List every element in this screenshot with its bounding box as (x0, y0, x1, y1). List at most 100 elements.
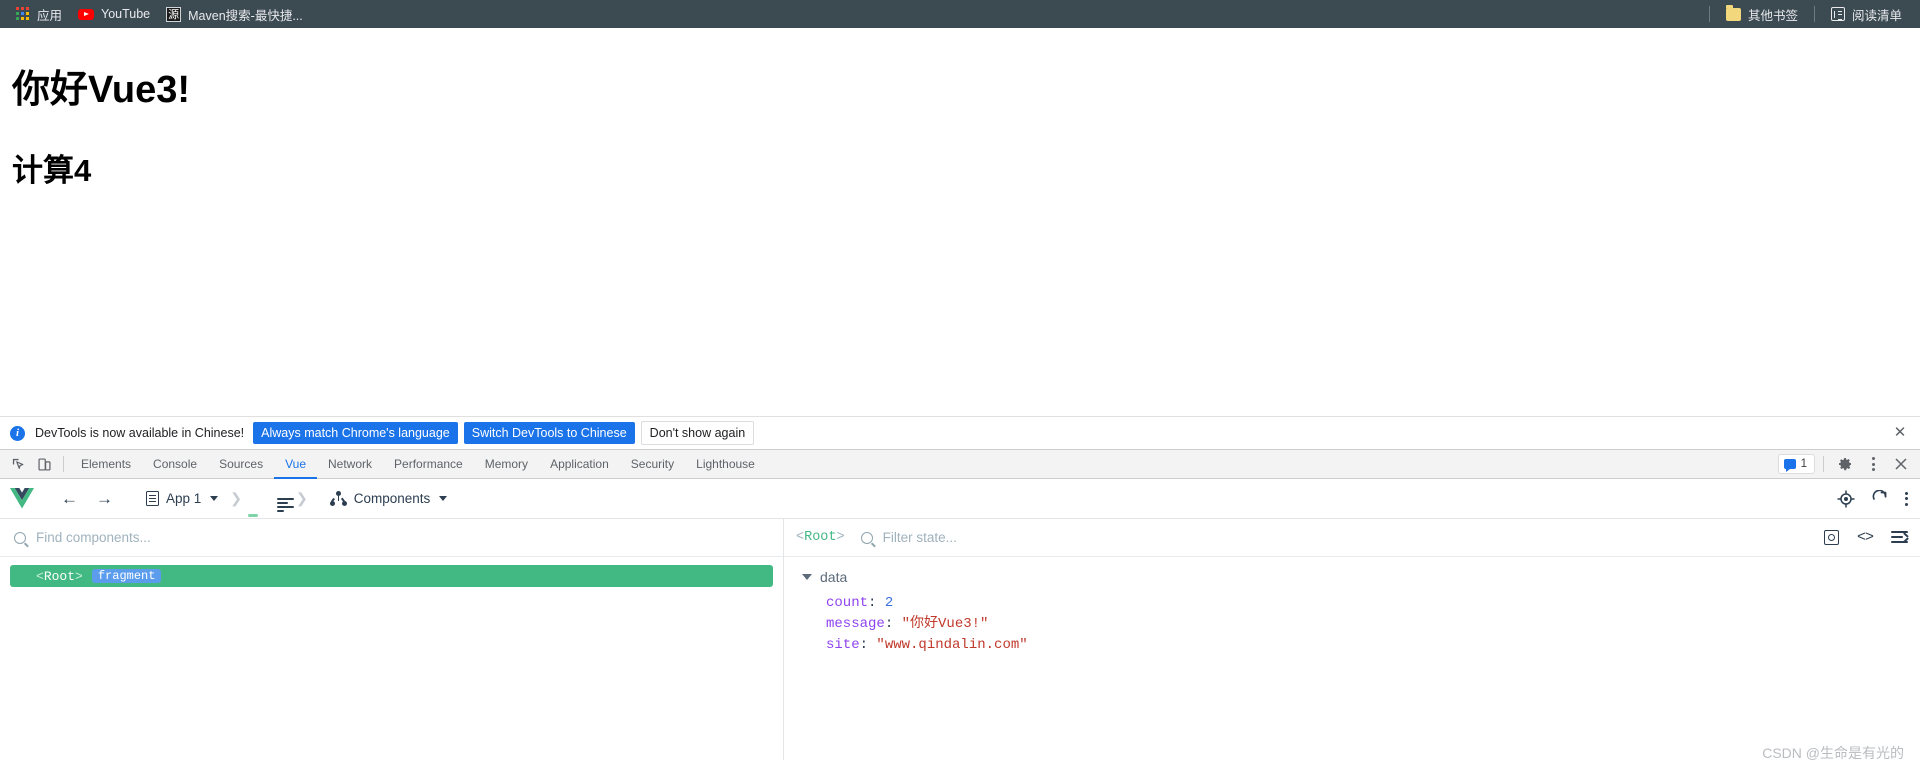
app-selector[interactable]: App 1 (140, 487, 224, 510)
page-subheading: 计算4 (12, 152, 92, 188)
tab-elements[interactable]: Elements (70, 450, 142, 479)
more-options-icon[interactable] (1860, 452, 1886, 476)
bookmark-label: YouTube (101, 7, 151, 21)
router-view-button[interactable] (248, 490, 259, 517)
tab-security[interactable]: Security (620, 450, 685, 479)
state-key: count (826, 595, 869, 611)
page-heading: 你好Vue3! (12, 69, 191, 111)
state-value: 2 (884, 595, 894, 611)
state-entries: count: 2 message: "你好Vue3!" site: "www.q… (802, 593, 1920, 656)
other-bookmarks-label: 其他书签 (1747, 8, 1798, 23)
message-bubble-icon (1783, 459, 1796, 472)
tab-application[interactable]: Application (539, 450, 620, 479)
maven-icon: 源 (166, 6, 182, 22)
bookmark-maven[interactable]: 源 Maven搜索-最快捷... (158, 2, 311, 27)
component-name: <Root> (36, 568, 83, 584)
bookmark-youtube[interactable]: YouTube (70, 4, 158, 24)
filter-state-input[interactable] (882, 530, 1814, 545)
state-group-label: data (820, 569, 848, 585)
document-icon (146, 491, 159, 506)
state-header-actions: <> (1823, 529, 1909, 546)
panel-selector-label: Components (353, 491, 431, 506)
app-selector-label: App 1 (166, 491, 202, 506)
search-icon (14, 531, 26, 544)
breadcrumb-separator-icon: ❯ (296, 490, 308, 506)
tab-network[interactable]: Network (317, 450, 383, 479)
panel-selector[interactable]: Components (324, 487, 454, 510)
vue-devtools-main: <Root> fragment <Root> <> (0, 519, 1920, 760)
bookmark-label: Maven搜索-最快捷... (188, 8, 303, 23)
close-devtools-icon[interactable] (1888, 452, 1914, 476)
bookmarks-right-group: 其他书签 阅读清单 (1701, 2, 1910, 27)
chevron-down-icon (439, 496, 448, 501)
state-value: "你好Vue3!" (901, 616, 989, 632)
breadcrumb-separator-icon: ❯ (230, 490, 243, 506)
device-toolbar-icon[interactable] (31, 452, 57, 476)
divider (1708, 6, 1710, 22)
state-entry-message[interactable]: message: "你好Vue3!" (826, 614, 1920, 635)
target-select-icon[interactable] (1837, 490, 1855, 508)
vertical-dots (1871, 457, 1875, 471)
vue-toolbar-actions (1837, 489, 1908, 508)
bookmarks-bar: 应用 YouTube 源 Maven搜索-最快捷... 其他书签 阅读清单 (0, 0, 1920, 28)
vue-devtools-toolbar: ← → App 1 ❯ ❯ Components (0, 479, 1920, 519)
state-entry-site[interactable]: site: "www.qindalin.com" (826, 635, 1920, 656)
info-icon: i (10, 425, 25, 441)
state-entry-count[interactable]: count: 2 (826, 593, 1920, 614)
inspect-in-page-icon[interactable] (1823, 530, 1839, 545)
message-badge[interactable]: 1 (1777, 454, 1815, 474)
devtools-tab-bar: Elements Console Sources Vue Network Per… (0, 449, 1920, 479)
watermark: CSDN @生命是有光的 (1762, 745, 1904, 761)
chevron-down-icon[interactable] (802, 574, 812, 580)
settings-gear-icon[interactable] (1832, 452, 1858, 476)
open-in-editor-icon[interactable]: <> (1857, 529, 1874, 546)
divider (1813, 6, 1815, 22)
always-match-language-button[interactable]: Always match Chrome's language (253, 422, 458, 444)
state-key: message (826, 616, 885, 632)
collapse-all-icon[interactable] (1891, 531, 1909, 544)
reading-list-button[interactable]: 阅读清单 (1823, 2, 1910, 27)
tab-sources[interactable]: Sources (208, 450, 274, 479)
dont-show-again-button[interactable]: Don't show again (640, 421, 755, 445)
bookmark-label: 应用 (37, 8, 63, 23)
find-components-input[interactable] (36, 530, 769, 545)
state-value: "www.qindalin.com" (876, 637, 1028, 653)
tab-vue[interactable]: Vue (274, 450, 317, 479)
component-tree-row-root[interactable]: <Root> fragment (10, 565, 773, 587)
search-icon (860, 531, 873, 544)
inspect-element-icon[interactable] (5, 452, 31, 476)
chevron-down-icon (210, 496, 219, 501)
message-count: 1 (1800, 458, 1807, 470)
tab-console[interactable]: Console (142, 450, 208, 479)
folder-icon (1725, 4, 1741, 21)
other-bookmarks-button[interactable]: 其他书签 (1718, 2, 1806, 27)
page-viewport: 你好Vue3! 计算4 (0, 28, 1920, 416)
refresh-icon[interactable] (1871, 489, 1889, 508)
youtube-icon (78, 8, 95, 20)
state-header: <Root> <> (784, 519, 1920, 557)
devtools-language-notice: i DevTools is now available in Chinese! … (0, 416, 1920, 449)
selected-component-label: <Root> (796, 530, 845, 545)
tab-memory[interactable]: Memory (474, 450, 539, 479)
devtools-tabbar-actions: 1 (1777, 452, 1914, 476)
close-icon[interactable]: ✕ (1892, 425, 1908, 441)
timeline-button[interactable] (272, 490, 295, 512)
switch-devtools-language-button[interactable]: Switch DevTools to Chinese (463, 422, 635, 444)
component-tree-icon (329, 491, 347, 506)
state-group-data[interactable]: data (802, 569, 1920, 585)
back-arrow-icon[interactable]: ← (52, 489, 87, 509)
tab-lighthouse[interactable]: Lighthouse (685, 450, 766, 479)
divider (63, 456, 64, 472)
forward-arrow-icon[interactable]: → (87, 489, 122, 509)
component-tag-badge: fragment (91, 569, 162, 583)
state-pane: <Root> <> d (784, 519, 1920, 760)
more-options-icon[interactable] (1905, 491, 1908, 506)
bookmark-apps[interactable]: 应用 (8, 2, 70, 27)
tab-performance[interactable]: Performance (383, 450, 474, 479)
components-pane: <Root> fragment (0, 519, 784, 760)
reading-list-icon (1830, 7, 1845, 21)
state-tree: data count: 2 message: "你好Vue3!" site: "… (784, 557, 1920, 656)
divider (1823, 456, 1824, 472)
apps-grid-icon (16, 7, 30, 21)
find-components-row (0, 519, 783, 557)
